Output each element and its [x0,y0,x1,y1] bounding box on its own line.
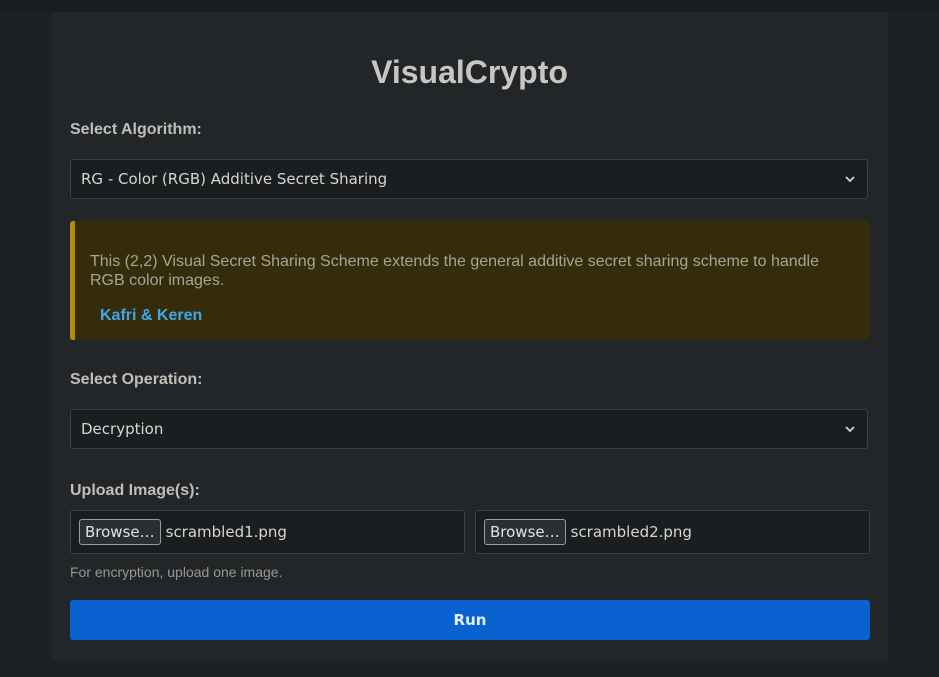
file-input-1[interactable]: Browse… scrambled1.png [70,510,465,554]
algorithm-info-box: This (2,2) Visual Secret Sharing Scheme … [70,221,870,340]
algorithm-select[interactable]: RG - Color (RGB) Additive Secret Sharing [70,159,868,199]
browse-button-1[interactable]: Browse… [79,519,161,545]
chevron-down-icon [843,172,857,186]
file-input-2[interactable]: Browse… scrambled2.png [475,510,870,554]
algorithm-label: Select Algorithm: [70,121,202,138]
top-strip [0,0,939,12]
operation-select-value: Decryption [81,420,164,438]
chevron-down-icon [843,422,857,436]
upload-hint: For encryption, upload one image. [70,564,283,580]
upload-label: Upload Image(s): [70,482,200,499]
run-button[interactable]: Run [70,600,870,640]
file-name-2: scrambled2.png [570,523,692,541]
reference-link[interactable]: Kafri & Keren [100,306,202,326]
algorithm-select-value: RG - Color (RGB) Additive Secret Sharing [81,170,388,188]
page-title: VisualCrypto [371,54,568,90]
file-name-1: scrambled1.png [165,523,287,541]
operation-select[interactable]: Decryption [70,409,868,449]
operation-label: Select Operation: [70,371,203,388]
browse-button-2[interactable]: Browse… [484,519,566,545]
algorithm-description: This (2,2) Visual Secret Sharing Scheme … [90,253,819,289]
